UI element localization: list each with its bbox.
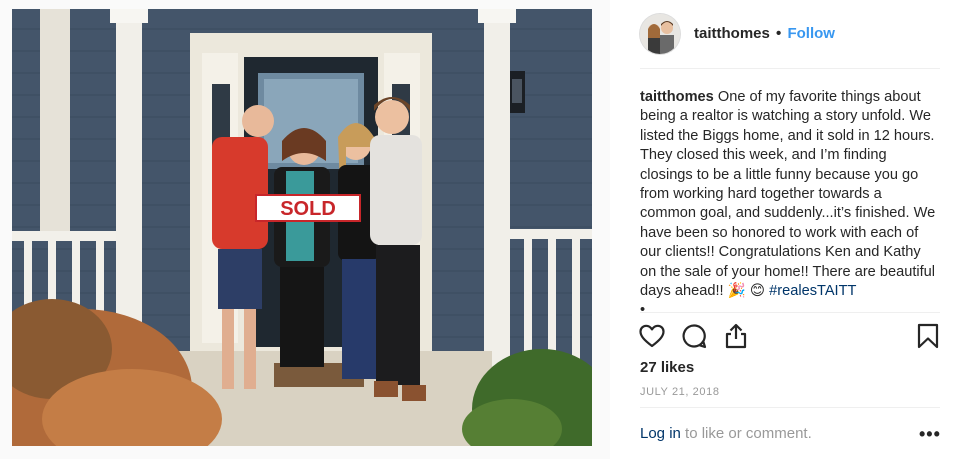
header-username-row: taitthomes • Follow bbox=[694, 25, 835, 42]
heart-icon bbox=[639, 324, 665, 348]
share-icon bbox=[725, 323, 747, 349]
avatar[interactable] bbox=[640, 14, 680, 54]
post-caption: taitthomes One of my favorite things abo… bbox=[640, 88, 940, 321]
caption-text: One of my favorite things about being a … bbox=[640, 89, 936, 300]
follow-button[interactable]: Follow bbox=[787, 25, 835, 42]
login-link[interactable]: Log in bbox=[640, 425, 681, 442]
caption-divider bbox=[640, 312, 940, 313]
sold-sign-text: SOLD bbox=[280, 198, 336, 220]
comment-prompt-text: to like or comment. bbox=[680, 425, 812, 442]
post-photo[interactable]: SOLD bbox=[12, 9, 592, 446]
likes-count[interactable]: 27 likes bbox=[640, 359, 694, 376]
post-side-panel: taitthomes • Follow taitthomes One of my… bbox=[610, 0, 960, 459]
header-divider bbox=[640, 68, 940, 69]
comment-icon bbox=[682, 324, 707, 349]
instagram-post: SOLD taitthomes • Follow taitthomes One … bbox=[0, 0, 960, 459]
post-header: taitthomes • Follow bbox=[610, 0, 960, 68]
comment-button[interactable] bbox=[680, 322, 708, 350]
comment-prompt: Log in to like or comment. bbox=[640, 425, 812, 442]
separator-dot: • bbox=[776, 25, 782, 42]
share-button[interactable] bbox=[722, 322, 750, 350]
bookmark-icon bbox=[917, 323, 939, 349]
caption-hashtag[interactable]: #realesTAITT bbox=[769, 283, 856, 299]
caption-username[interactable]: taitthomes bbox=[640, 89, 714, 105]
bookmark-button[interactable] bbox=[914, 322, 942, 350]
footer-divider bbox=[640, 407, 940, 408]
post-photo-illustration: SOLD bbox=[12, 9, 592, 446]
like-button[interactable] bbox=[638, 322, 666, 350]
post-date[interactable]: JULY 21, 2018 bbox=[640, 386, 720, 398]
header-username[interactable]: taitthomes bbox=[694, 25, 770, 42]
more-options-button[interactable]: ••• bbox=[919, 424, 941, 445]
action-bar bbox=[638, 322, 942, 352]
